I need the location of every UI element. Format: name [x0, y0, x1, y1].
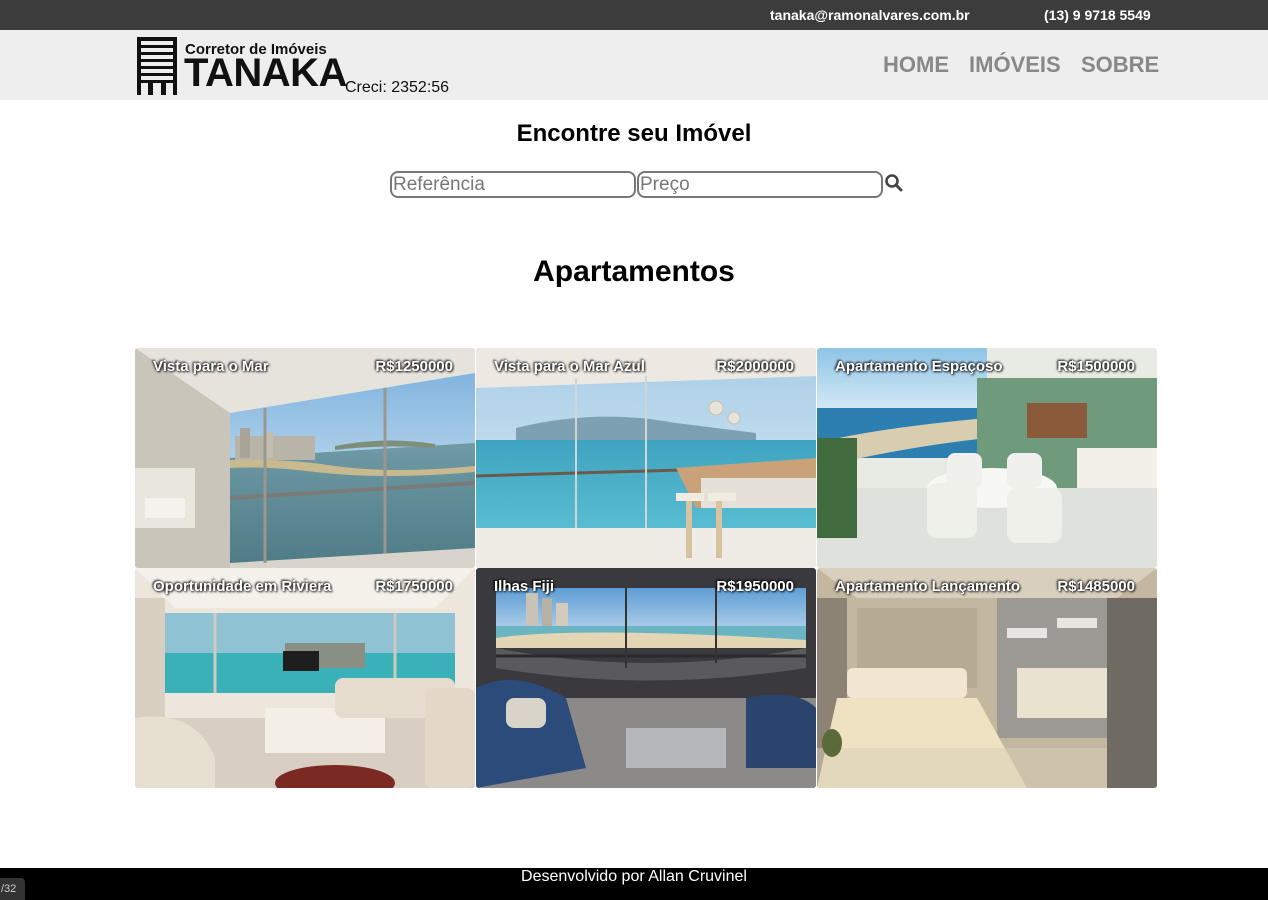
contact-phone[interactable]: (13) 9 9718 5549	[1044, 7, 1151, 23]
listing-title: Vista para o Mar	[153, 358, 269, 375]
listing-price: R$1750000	[375, 578, 453, 595]
page-badge: /32	[0, 878, 25, 900]
listing-photo	[476, 568, 816, 788]
listing-photo	[135, 568, 475, 788]
reference-input[interactable]	[390, 171, 636, 198]
listing-price: R$1485000	[1057, 578, 1135, 595]
listing-title: Vista para o Mar Azul	[494, 358, 645, 375]
site-header: Corretor de Imóveis TANAKA Creci: 2352:5…	[0, 30, 1268, 100]
listing-card[interactable]: Apartamento Espaçoso R$1500000	[817, 348, 1157, 568]
search-heading: Encontre seu Imóvel	[516, 120, 752, 147]
building-logo-icon	[137, 37, 177, 95]
logo-brand[interactable]: TANAKA	[184, 52, 347, 94]
listing-photo	[135, 348, 475, 568]
nav-home[interactable]: HOME	[883, 52, 949, 78]
price-input[interactable]	[637, 171, 883, 198]
listing-photo	[817, 348, 1157, 568]
listing-card[interactable]: Apartamento Lançamento R$1485000	[817, 568, 1157, 788]
listing-price: R$1250000	[375, 358, 453, 375]
footer-credit: Desenvolvido por Allan Cruvinel	[521, 868, 747, 885]
listing-card[interactable]: Oportunidade em Riviera R$1750000	[135, 568, 475, 788]
listing-price: R$2000000	[716, 358, 794, 375]
listings-grid: Vista para o Mar R$1250000 Vista para o …	[135, 348, 1157, 788]
listing-price: R$1500000	[1057, 358, 1135, 375]
listing-title: Apartamento Espaçoso	[835, 358, 1003, 375]
listing-photo	[476, 348, 816, 568]
listing-title: Ilhas Fiji	[494, 578, 555, 595]
nav-sobre[interactable]: SOBRE	[1081, 52, 1159, 78]
top-contact-bar: tanaka@ramonalvares.com.br (13) 9 9718 5…	[0, 0, 1268, 30]
listing-photo	[817, 568, 1157, 788]
creci-number: Creci: 2352:56	[345, 79, 450, 96]
listing-card[interactable]: Vista para o Mar R$1250000	[135, 348, 475, 568]
nav-imoveis[interactable]: IMÓVEIS	[969, 52, 1061, 78]
section-heading: Apartamentos	[533, 255, 735, 288]
search-icon[interactable]	[884, 173, 904, 193]
listing-title: Apartamento Lançamento	[835, 578, 1021, 595]
listing-card[interactable]: Ilhas Fiji R$1950000	[476, 568, 816, 788]
listing-title: Oportunidade em Riviera	[153, 578, 332, 595]
listing-price: R$1950000	[716, 578, 794, 595]
contact-email[interactable]: tanaka@ramonalvares.com.br	[770, 7, 970, 23]
site-footer: Desenvolvido por Allan Cruvinel	[0, 868, 1268, 900]
listing-card[interactable]: Vista para o Mar Azul R$2000000	[476, 348, 816, 568]
